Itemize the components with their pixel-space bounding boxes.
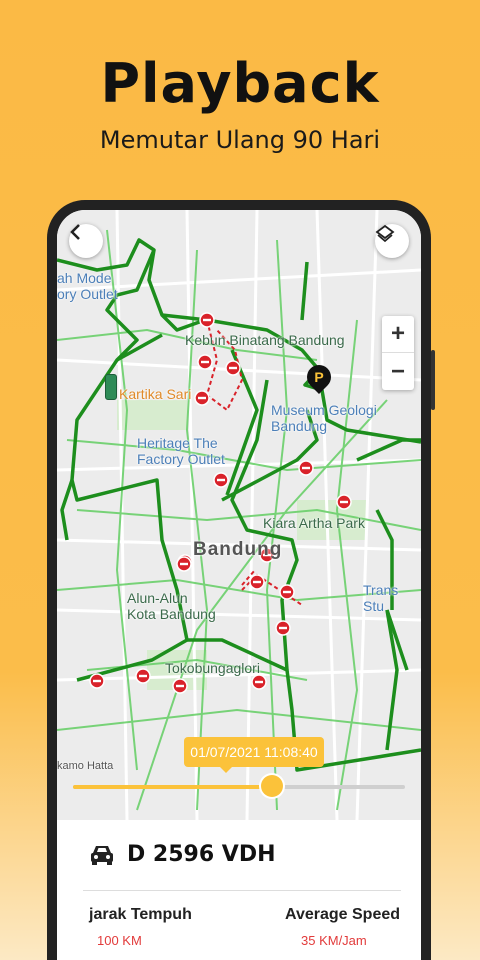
map-label-city: Bandung: [193, 539, 283, 560]
car-marker[interactable]: [105, 374, 117, 400]
playback-slider-track[interactable]: [73, 785, 405, 789]
map-label-trans: Trans Stu: [363, 582, 399, 614]
parking-marker-label: P: [314, 369, 324, 385]
distance-value: 100 KM: [97, 933, 142, 948]
panel-divider: [83, 890, 401, 891]
distance-label: jarak Tempuh: [89, 906, 192, 923]
map-label-hatta: kamo Hatta: [57, 760, 114, 772]
map-label-alun-alun: Alun-Alun Kota Bandung: [127, 590, 216, 622]
playback-timestamp: 01/07/2021 11:08:40: [184, 737, 324, 773]
vehicle-plate: D 2596 VDH: [127, 842, 276, 867]
speed-value: 35 KM/Jam: [301, 933, 367, 948]
speed-label: Average Speed: [285, 906, 401, 923]
parking-marker[interactable]: P: [302, 360, 336, 394]
zoom-out-button[interactable]: −: [382, 353, 414, 390]
map-label-kebun-binatang: Kebun Binatang Bandung: [185, 332, 345, 348]
map-label-museum: Museum Geologi Bandung: [271, 402, 377, 434]
chevron-left-icon: [70, 224, 80, 240]
phone-screen: ah Mode ory Outlet Kebun Binatang Bandun…: [57, 210, 421, 960]
map-label-kiara: Kiara Artha Park: [263, 515, 365, 531]
hero-subtitle: Memutar Ulang 90 Hari: [99, 126, 381, 154]
map-view[interactable]: ah Mode ory Outlet Kebun Binatang Bandun…: [57, 210, 421, 820]
phone-side-button: [431, 350, 435, 410]
layers-icon: [375, 224, 395, 243]
zoom-in-button[interactable]: +: [382, 316, 414, 353]
map-label-kartika-sari: Kartika Sari: [119, 386, 192, 402]
zoom-controls: + −: [382, 316, 414, 390]
vehicle-panel: D 2596 VDH jarak Tempuh 100 KM Average S…: [57, 820, 421, 960]
layers-button[interactable]: [375, 224, 409, 258]
vehicle-row: D 2596 VDH: [89, 842, 276, 867]
map-label-heritage: Heritage The Factory Outlet: [137, 435, 225, 467]
playback-slider-fill: [73, 785, 273, 789]
hero-title: Playback: [100, 52, 380, 115]
back-button[interactable]: [69, 224, 103, 258]
map-label-toko: Tokobungaglori: [165, 660, 260, 676]
car-icon: [91, 845, 113, 865]
map-label-fashion-outlet: ah Mode ory Outlet: [57, 270, 118, 302]
phone-frame: ah Mode ory Outlet Kebun Binatang Bandun…: [47, 200, 435, 960]
